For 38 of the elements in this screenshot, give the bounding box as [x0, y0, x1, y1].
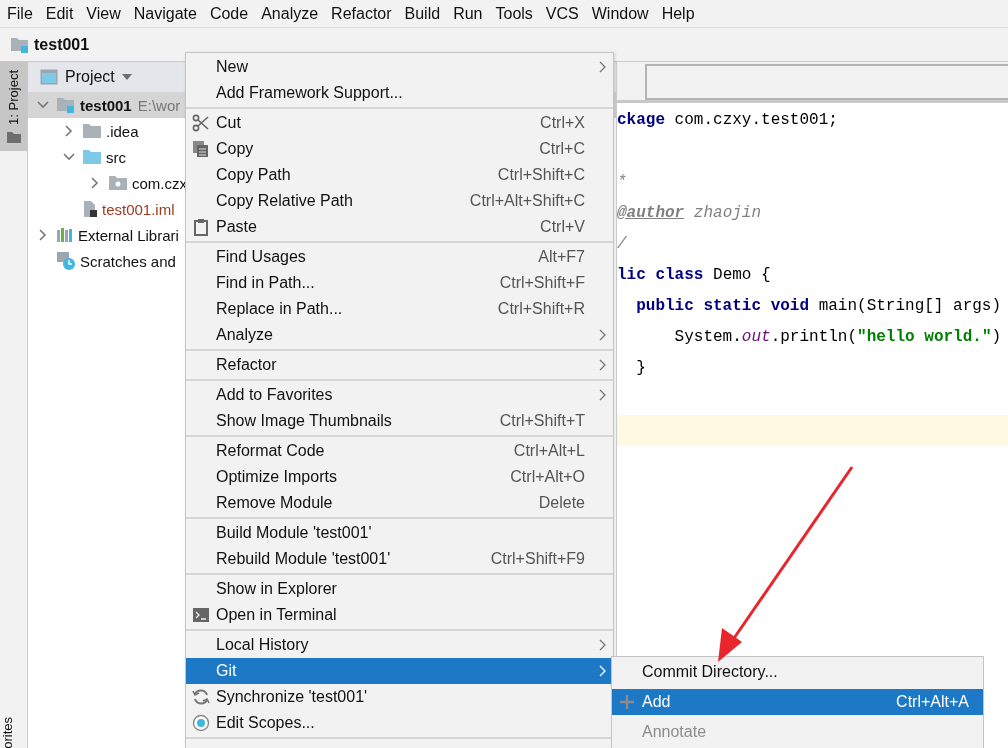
- code-token: }: [635, 359, 646, 377]
- tree-label: .idea: [106, 122, 139, 140]
- shortcut-label: Ctrl+Shift+F: [499, 274, 585, 292]
- shortcut-label: Ctrl+Alt+L: [513, 442, 585, 460]
- code-token: /: [617, 235, 627, 253]
- tree-label: Scratches and: [80, 252, 176, 270]
- shortcut-label: Ctrl+Shift+F9: [490, 550, 585, 568]
- code-token: Demo {: [712, 266, 771, 284]
- shortcut-label: Ctrl+X: [540, 114, 585, 132]
- code-token: main(String[] args): [817, 297, 1002, 315]
- tree-label: External Librari: [78, 226, 179, 244]
- shortcut-label: Ctrl+Shift+T: [499, 412, 585, 430]
- code-token: ): [991, 328, 1002, 346]
- shortcut-label: Ctrl+Shift+C: [497, 166, 585, 184]
- code-token: @author: [617, 204, 685, 222]
- code-token: *: [617, 173, 627, 191]
- code-token: "hello world.": [857, 328, 992, 346]
- path-hint: E:\wor: [137, 96, 181, 114]
- code-token: zhaojin: [692, 204, 762, 222]
- code-token: lic class: [617, 266, 704, 284]
- tree-label: com.czx: [132, 174, 187, 192]
- code-token: public static void: [635, 297, 810, 315]
- shortcut-label: Ctrl+Alt+Shift+C: [469, 192, 585, 210]
- shortcut-label: Ctrl+C: [539, 140, 585, 158]
- shortcut-label: Alt+F7: [538, 248, 585, 266]
- shortcut-label: Ctrl+Alt+A: [896, 693, 969, 711]
- shortcut-label: Ctrl+Shift+R: [497, 300, 585, 318]
- tree-label: src: [106, 148, 126, 166]
- code-token: .println(: [770, 328, 858, 346]
- shortcut-label: Ctrl+V: [540, 218, 585, 236]
- code-token: com.czxy.test001;: [673, 111, 838, 129]
- tree-label: test001: [80, 96, 132, 114]
- code-token: out: [741, 328, 771, 346]
- tree-label: test001.iml: [102, 200, 175, 218]
- code-token: System.: [673, 328, 742, 346]
- code-token: ckage: [617, 111, 665, 129]
- shortcut-label: Delete: [538, 494, 585, 512]
- shortcut-label: Ctrl+Alt+O: [510, 468, 585, 486]
